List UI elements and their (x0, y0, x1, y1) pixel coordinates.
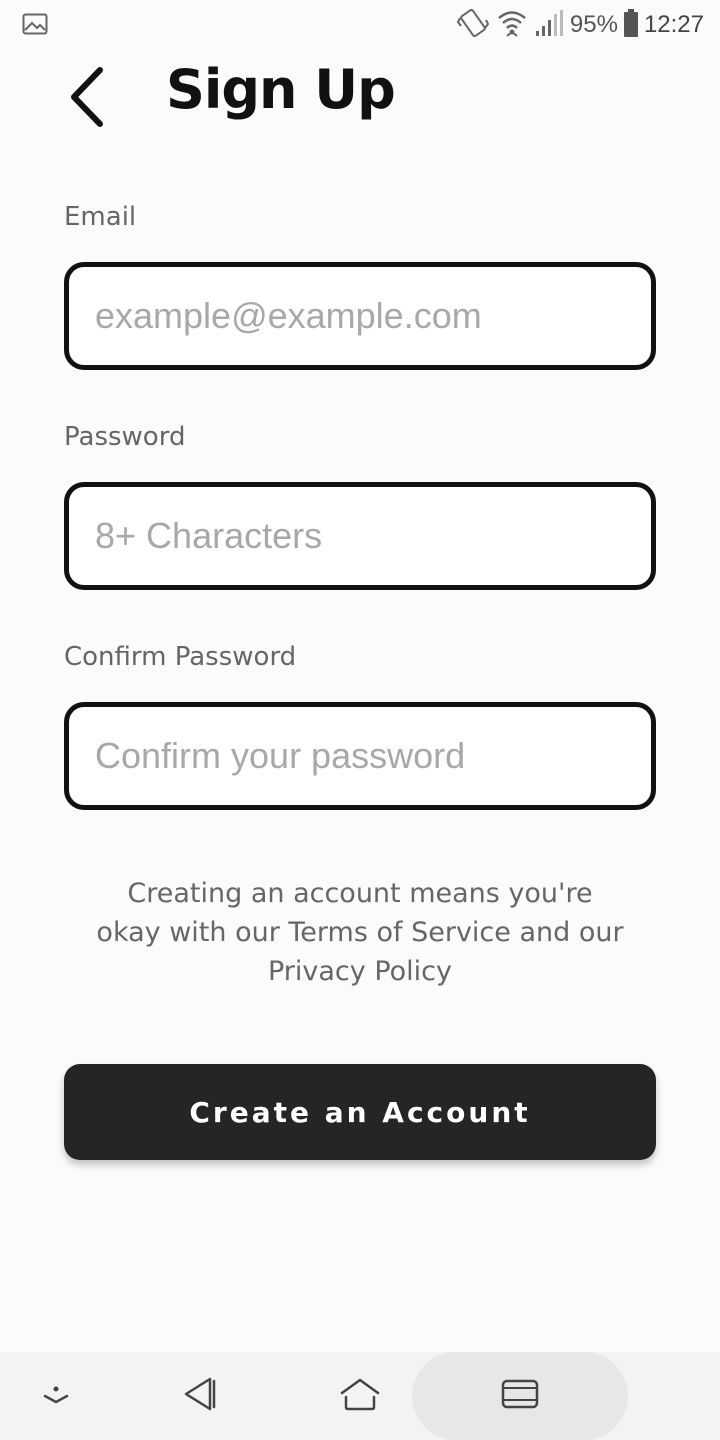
back-button[interactable] (56, 64, 116, 134)
battery-icon (623, 8, 638, 42)
nav-recents-button[interactable] (480, 1352, 560, 1440)
email-field[interactable] (69, 267, 651, 365)
status-icons: 95% 12:27 (456, 8, 704, 42)
terms-line-2: okay with our Terms of Service and our (96, 917, 624, 948)
nav-recents-icon (501, 1379, 539, 1414)
confirm-password-field[interactable] (69, 707, 651, 805)
terms-line-3: Privacy Policy (267, 956, 452, 987)
chevron-left-icon (66, 66, 106, 133)
wifi-icon (496, 8, 528, 43)
page-title: Sign Up (166, 58, 396, 121)
image-icon (22, 13, 48, 40)
keyboard-hide-icon (41, 1382, 71, 1411)
email-label: Email (64, 202, 137, 232)
battery-percent: 95% (569, 11, 618, 38)
password-label: Password (64, 422, 186, 452)
clock: 12:27 (643, 11, 704, 38)
password-field[interactable] (69, 487, 651, 585)
vibrate-icon (456, 8, 490, 43)
terms-line-1: Creating an account means you're (127, 878, 593, 909)
keyboard-hide-button[interactable] (20, 1352, 92, 1440)
nav-back-button[interactable] (160, 1352, 240, 1440)
nav-home-button[interactable] (320, 1352, 400, 1440)
email-field-box (64, 262, 656, 370)
confirm-password-label: Confirm Password (64, 642, 297, 672)
confirm-password-field-box (64, 702, 656, 810)
signal-icon (534, 9, 564, 42)
nav-home-icon (340, 1377, 380, 1416)
terms-notice: Creating an account means you're okay wi… (64, 874, 656, 991)
status-bar: 95% 12:27 (0, 0, 720, 50)
create-account-button[interactable]: Create an Account (64, 1064, 656, 1160)
sign-up-screen: 95% 12:27 Sign Up Email Password Confirm… (0, 0, 720, 1440)
nav-back-icon (182, 1376, 218, 1417)
password-field-box (64, 482, 656, 590)
